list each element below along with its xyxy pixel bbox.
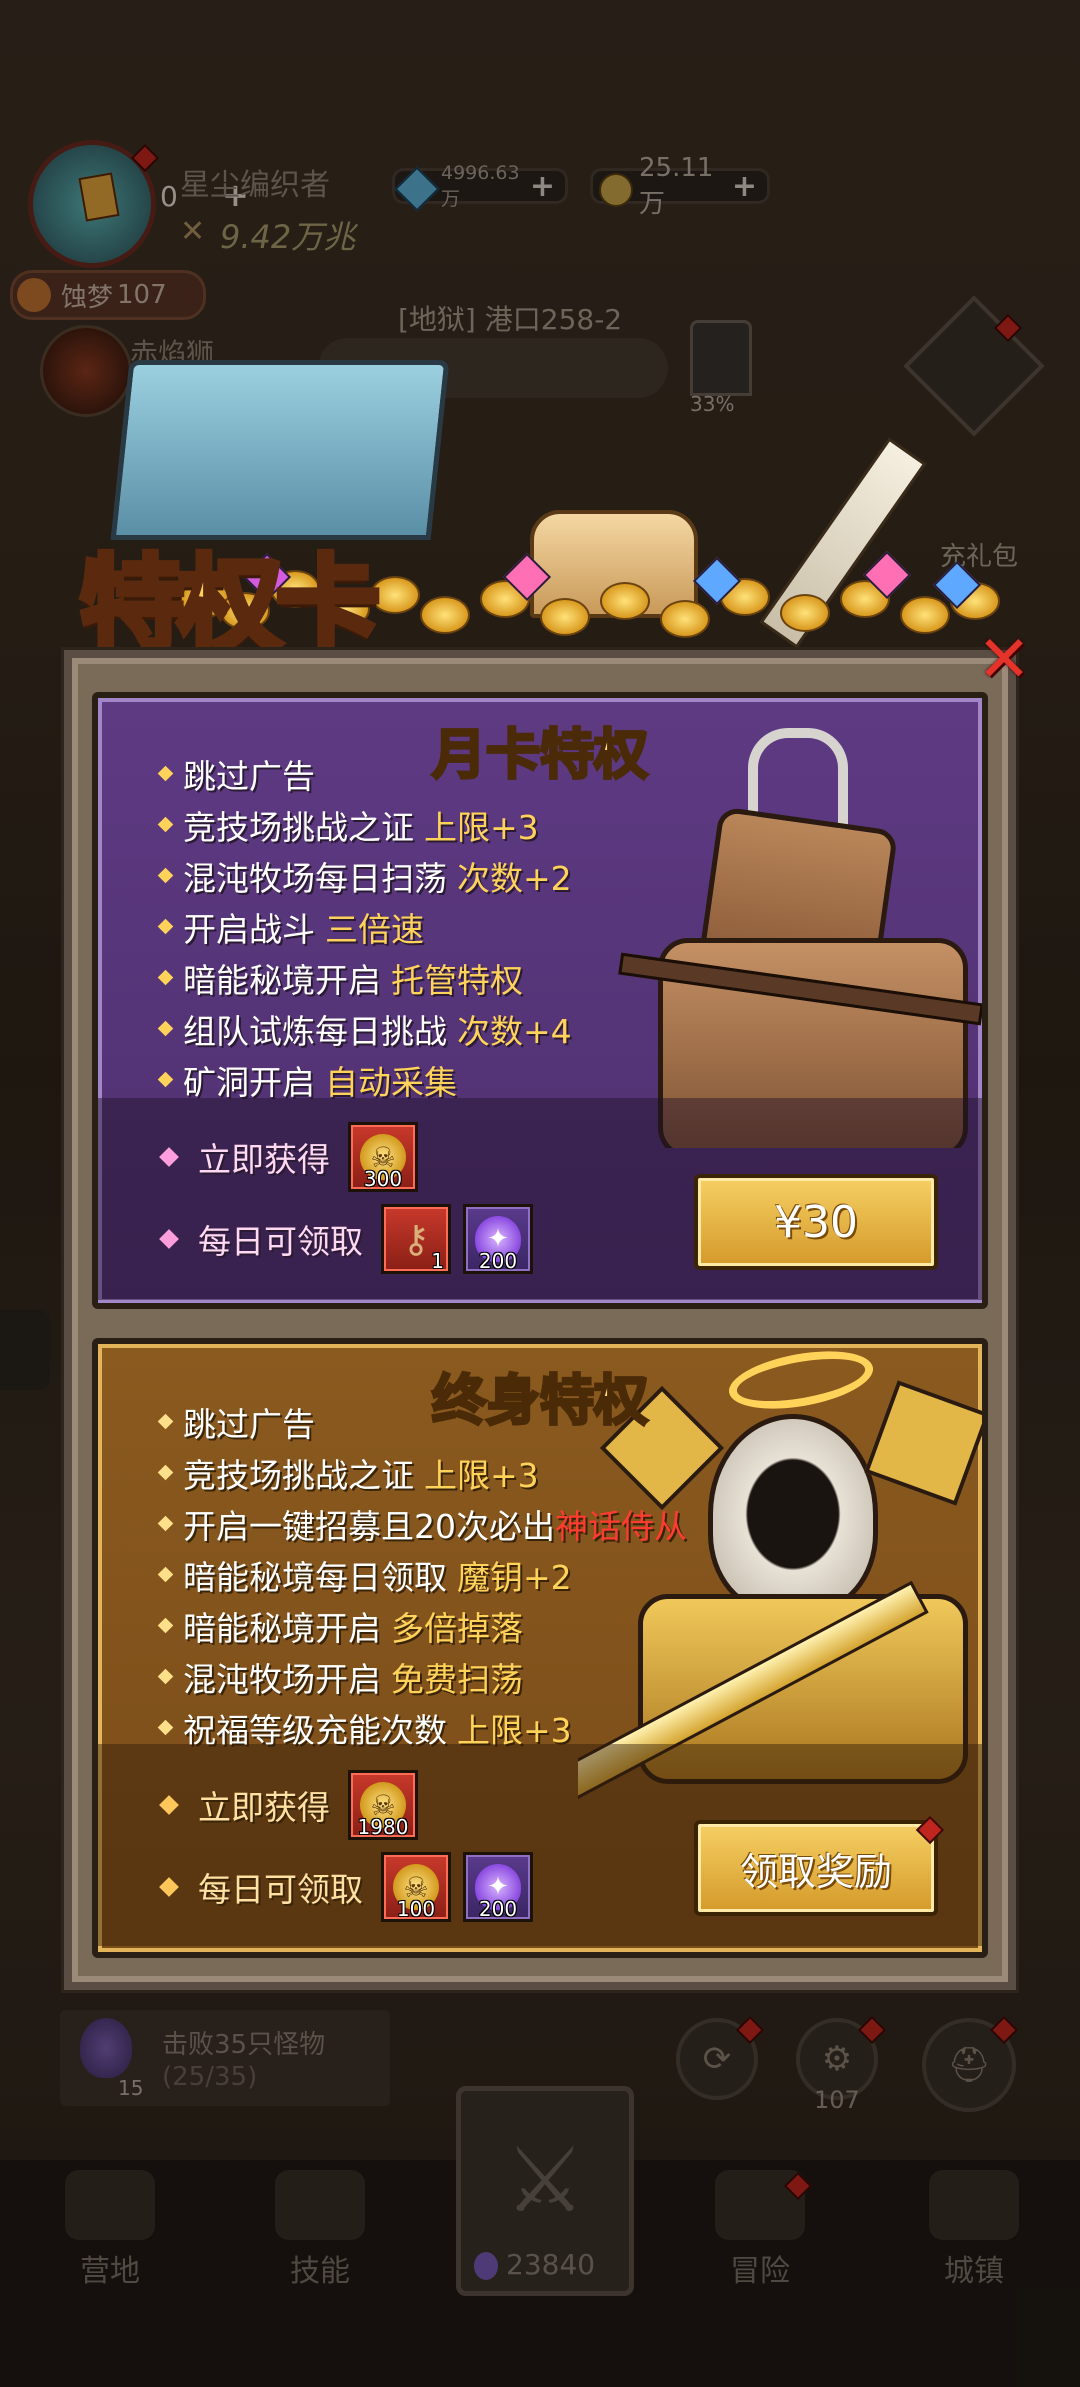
benefit-item: 竞技场挑战之证 上限+3 — [157, 799, 572, 850]
instant-label: 立即获得 — [198, 1140, 330, 1179]
monthly-benefit-list: 跳过广告 竞技场挑战之证 上限+3 混沌牧场每日扫荡 次数+2 开启战斗 三倍速 暗能… — [157, 748, 572, 1105]
benefit-item: 暗能秘境开启 多倍掉落 — [157, 1600, 687, 1651]
reward-item[interactable]: ✦ 200 — [463, 1852, 533, 1922]
close-icon: ✕ — [977, 623, 1031, 697]
benefit-item: 开启一键招募且20次必出 神话侍从 — [157, 1498, 687, 1549]
lifetime-card-panel: 终身特权 跳过广告 竞技场挑战之证 上限+3 开启一键招募且20次必出 神话侍从 暗… — [92, 1338, 988, 1958]
benefit-item: 竞技场挑战之证 上限+3 — [157, 1447, 687, 1498]
treasure-chest — [110, 360, 450, 540]
reward-item[interactable]: ⚷ 1 — [381, 1204, 451, 1274]
daily-label: 每日可领取 — [198, 1222, 363, 1261]
benefit-item: 暗能秘境每日领取 魔钥+2 — [157, 1549, 687, 1600]
benefit-item: 组队试炼每日挑战 次数+4 — [157, 1003, 572, 1054]
claim-reward-button[interactable]: 领取奖励 — [694, 1820, 938, 1916]
reward-item[interactable]: ☠ 300 — [348, 1122, 418, 1192]
lifetime-benefit-list: 跳过广告 竞技场挑战之证 上限+3 开启一键招募且20次必出 神话侍从 暗能秘境每日… — [157, 1396, 687, 1753]
benefit-item: 开启战斗 三倍速 — [157, 901, 572, 952]
buy-monthly-card-button[interactable]: ¥30 — [694, 1174, 938, 1270]
benefit-item: 混沌牧场每日扫荡 次数+2 — [157, 850, 572, 901]
monthly-card-panel: 月卡特权 跳过广告 竞技场挑战之证 上限+3 混沌牧场每日扫荡 次数+2 开启战斗三… — [92, 692, 988, 1309]
reward-item[interactable]: ✦ 200 — [463, 1204, 533, 1274]
benefit-item: 混沌牧场开启 免费扫荡 — [157, 1651, 687, 1702]
benefit-item: 暗能秘境开启 托管特权 — [157, 952, 572, 1003]
reward-item[interactable]: ☠ 100 — [381, 1852, 451, 1922]
benefit-item: 跳过广告 — [157, 1396, 687, 1447]
benefit-item: 跳过广告 — [157, 748, 572, 799]
instant-label: 立即获得 — [198, 1788, 330, 1827]
close-button[interactable]: ✕ — [974, 628, 1034, 692]
daily-label: 每日可领取 — [198, 1870, 363, 1909]
page-title: 特权卡 — [77, 540, 383, 669]
reward-item[interactable]: ☠ 1980 — [348, 1770, 418, 1840]
